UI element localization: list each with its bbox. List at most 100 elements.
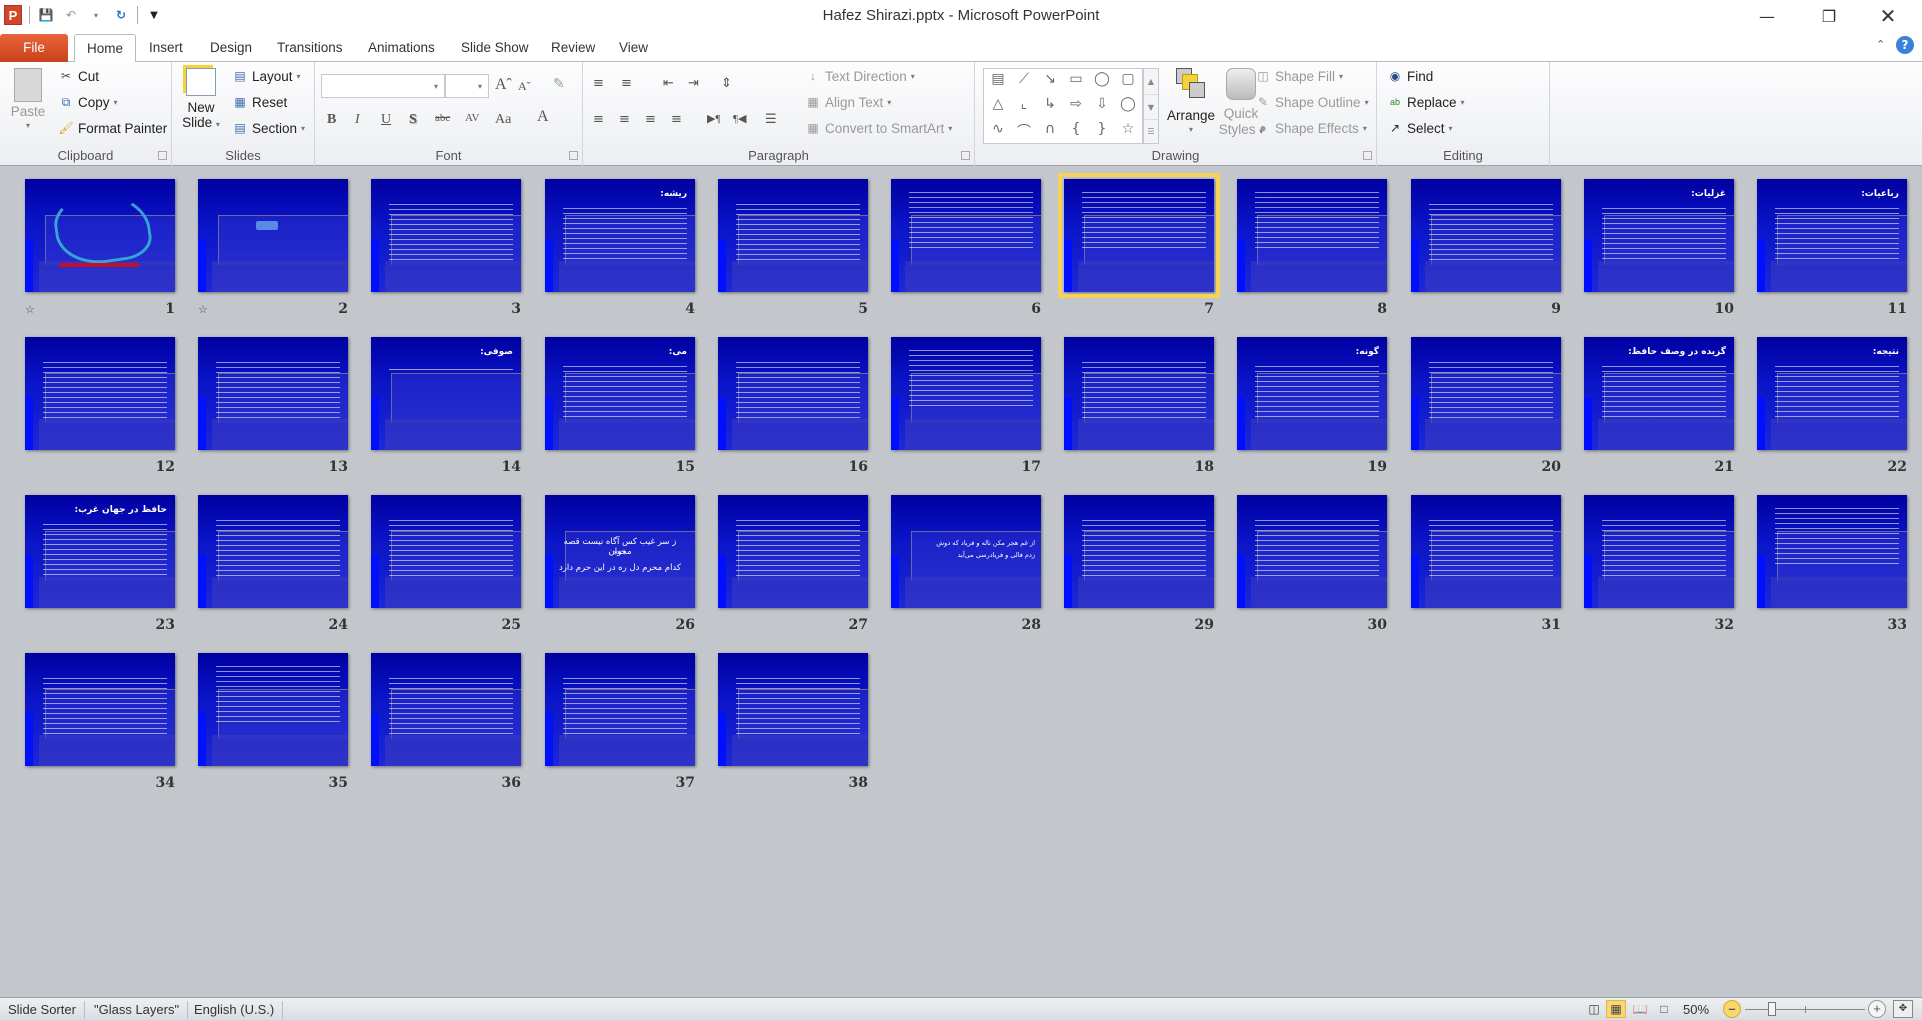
slide-show-icon[interactable]: □ [1654, 1000, 1674, 1018]
zoom-level[interactable]: 50% [1683, 1001, 1709, 1019]
shrink-font-icon[interactable]: Aˇ [518, 79, 531, 94]
shapes-gallery[interactable]: ▤ ⟋ ↘ ▭ ◯ ▢ △ ⌞ ↳ ⇨ ⇩ ◯ ∿ ⌒ ∩ { } ☆ [983, 68, 1143, 144]
change-case-icon[interactable]: Aa [495, 112, 511, 128]
rtl-icon[interactable]: ¶◀ [733, 112, 746, 125]
strikethrough-icon[interactable]: abc [435, 112, 450, 124]
slide-thumbnail[interactable] [1411, 495, 1561, 608]
replace-button[interactable]: ab Replace ▾ [1387, 94, 1465, 110]
transition-icon[interactable]: ☆ [25, 303, 35, 316]
slide-sorter-view[interactable]: 1 ☆ 2 ☆ 3 ریشه: 4 5 6 7 8 9 غزلیات: 10 رباعیات: 11 12 13 ص… [0, 167, 1922, 997]
shape-outline-button[interactable]: ✎ Shape Outline ▾ [1255, 94, 1369, 110]
slide-thumbnail[interactable] [891, 179, 1041, 292]
slide-thumbnail[interactable] [371, 495, 521, 608]
slide-thumbnail[interactable] [1064, 337, 1214, 450]
select-button[interactable]: ↗ Select ▾ [1387, 120, 1453, 136]
tab-design[interactable]: Design [198, 34, 264, 62]
minimize-button[interactable]: — [1744, 0, 1790, 32]
slide-thumbnail[interactable] [718, 179, 868, 292]
slide-thumbnail[interactable]: رباعیات: [1757, 179, 1907, 292]
slide-thumbnail[interactable] [718, 337, 868, 450]
right-arrow-shape-icon[interactable]: ⇨ [1066, 96, 1086, 112]
zoom-slider-thumb[interactable] [1767, 1002, 1776, 1016]
slide-thumbnail[interactable] [1237, 179, 1387, 292]
shadow-icon[interactable]: S [409, 112, 417, 128]
rounded-rectangle-shape-icon[interactable]: ▢ [1118, 71, 1138, 87]
font-size-combobox[interactable]: ▾ [445, 74, 489, 98]
format-painter-button[interactable]: 🖌 Format Painter [58, 120, 167, 136]
left-brace-shape-icon[interactable]: { [1066, 121, 1086, 137]
transition-icon[interactable]: ☆ [198, 303, 208, 316]
slide-thumbnail[interactable]: غزلیات: [1584, 179, 1734, 292]
normal-view-icon[interactable]: ◫ [1584, 1000, 1604, 1018]
slide-thumbnail[interactable] [718, 653, 868, 766]
slide-thumbnail[interactable]: گونه: [1237, 337, 1387, 450]
slide-thumbnail[interactable] [198, 179, 348, 292]
shapes-gallery-scroll[interactable]: ▲ ▼ ☰ [1143, 68, 1159, 144]
slide-thumbnail[interactable] [1411, 179, 1561, 292]
align-text-button[interactable]: ▦ Align Text ▾ [805, 94, 891, 110]
ltr-icon[interactable]: ▶¶ [707, 112, 720, 125]
curve-shape-icon[interactable]: ∩ [1040, 121, 1060, 137]
help-icon[interactable]: ? [1896, 36, 1914, 54]
grow-font-icon[interactable]: Aˆ [495, 76, 512, 94]
slide-thumbnail[interactable] [545, 653, 695, 766]
slide-thumbnail[interactable] [371, 179, 521, 292]
slide-thumbnail[interactable]: حافظ در جهان غرب: [25, 495, 175, 608]
language-indicator[interactable]: English (U.S.) [186, 1001, 284, 1019]
italic-icon[interactable]: I [355, 112, 360, 128]
arrow-line-shape-icon[interactable]: ↘ [1040, 71, 1060, 87]
slide-sorter-view-icon[interactable]: ▦ [1606, 1000, 1626, 1018]
slide-thumbnail[interactable] [1757, 495, 1907, 608]
slide-thumbnail[interactable]: صوفی: [371, 337, 521, 450]
restore-button[interactable]: ❐ [1806, 0, 1852, 32]
align-right-icon[interactable]: ≡ [645, 112, 656, 127]
tab-file[interactable]: File [0, 34, 68, 62]
columns-icon[interactable]: ☰ [765, 112, 777, 127]
slide-thumbnail[interactable] [1064, 495, 1214, 608]
font-color-icon[interactable]: A [537, 108, 549, 126]
slide-thumbnail[interactable] [198, 337, 348, 450]
find-button[interactable]: ◉ Find [1387, 68, 1434, 84]
convert-smartart-button[interactable]: ▦ Convert to SmartArt ▾ [805, 120, 952, 136]
fit-to-window-icon[interactable]: ✥ [1893, 1000, 1913, 1018]
copy-button[interactable]: ⧉ Copy ▾ [58, 94, 118, 110]
slide-thumbnail[interactable]: ریشه: [545, 179, 695, 292]
drawing-dialog-launcher[interactable] [1363, 151, 1372, 160]
cut-button[interactable]: ✂ Cut [58, 68, 99, 84]
decrease-indent-icon[interactable]: ⇤ [663, 76, 674, 91]
clear-formatting-icon[interactable]: ✎ [553, 76, 565, 93]
slide-thumbnail[interactable] [1237, 495, 1387, 608]
tab-transitions[interactable]: Transitions [265, 34, 355, 62]
slide-thumbnail[interactable]: می: [545, 337, 695, 450]
underline-icon[interactable]: U [381, 112, 391, 128]
slide-thumbnail[interactable] [1584, 495, 1734, 608]
slide-thumbnail[interactable] [1411, 337, 1561, 450]
tab-review[interactable]: Review [539, 34, 607, 62]
arrange-button[interactable]: Arrange ▾ [1165, 68, 1217, 134]
slide-thumbnail[interactable]: گزیده در وصف حافظ: [1584, 337, 1734, 450]
reset-button[interactable]: ▦ Reset [232, 94, 287, 110]
tab-insert[interactable]: Insert [137, 34, 195, 62]
character-spacing-icon[interactable]: AV [465, 112, 479, 124]
shape-effects-button[interactable]: ● Shape Effects ▾ [1255, 120, 1366, 136]
new-slide-button[interactable]: New Slide ▾ [180, 68, 222, 132]
numbering-icon[interactable]: ≡ [621, 76, 632, 91]
slide-thumbnail[interactable] [1058, 173, 1220, 298]
tab-animations[interactable]: Animations [356, 34, 447, 62]
slide-thumbnail[interactable] [25, 337, 175, 450]
align-center-icon[interactable]: ≡ [619, 112, 630, 127]
rectangle-shape-icon[interactable]: ▭ [1066, 71, 1086, 87]
reading-view-icon[interactable]: 📖 [1630, 1000, 1650, 1018]
layout-button[interactable]: ▤ Layout ▾ [232, 68, 300, 84]
clipboard-dialog-launcher[interactable] [158, 151, 167, 160]
minimize-ribbon-icon[interactable]: ⌃ [1876, 38, 1885, 51]
freeform-shape-icon[interactable]: ◯ [1118, 96, 1138, 112]
slide-thumbnail[interactable] [25, 179, 175, 292]
down-arrow-shape-icon[interactable]: ⇩ [1092, 96, 1112, 112]
justify-icon[interactable]: ≡ [671, 112, 682, 127]
bold-icon[interactable]: B [327, 112, 336, 128]
oval-shape-icon[interactable]: ◯ [1092, 71, 1112, 87]
elbow-connector-shape-icon[interactable]: ⌞ [1014, 96, 1034, 112]
slide-thumbnail[interactable] [718, 495, 868, 608]
slide-thumbnail[interactable] [198, 495, 348, 608]
